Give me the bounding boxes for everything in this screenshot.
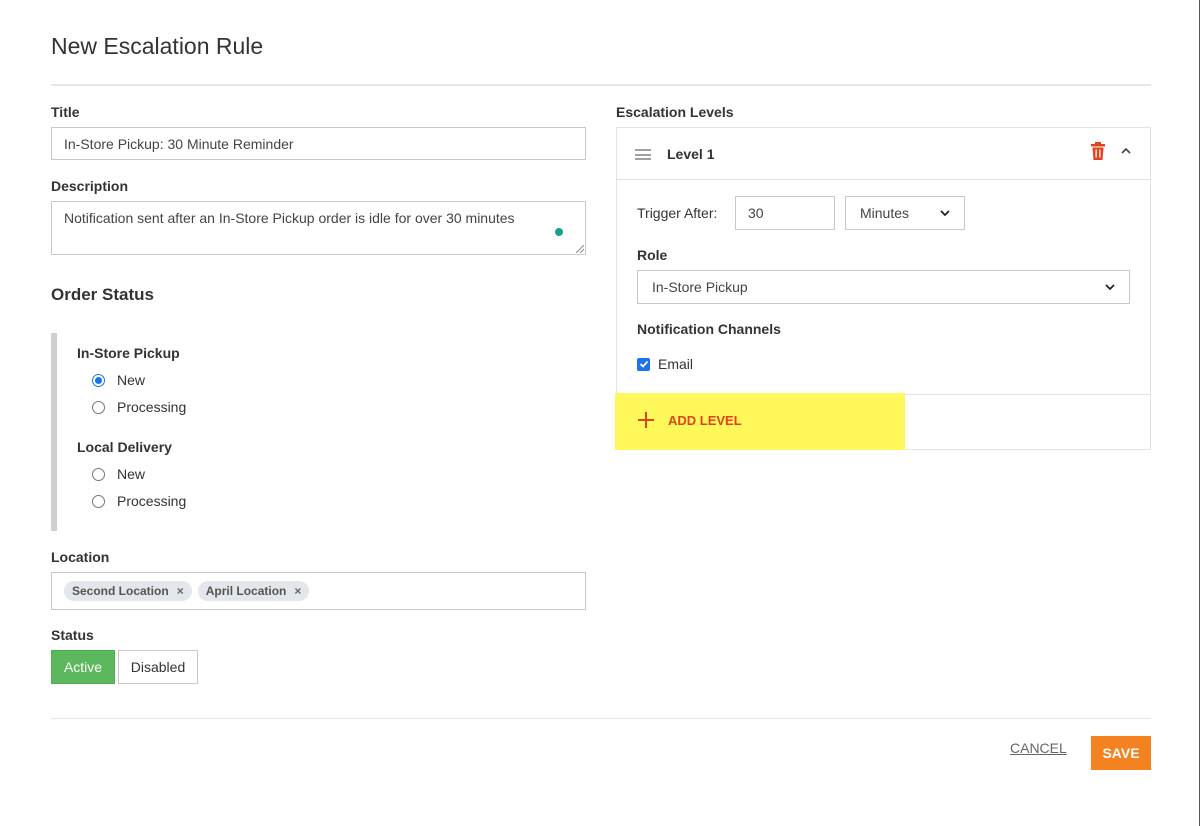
checkbox-checked-icon xyxy=(637,357,650,371)
escalation-rule-modal: New Escalation Rule Title In-Store Picku… xyxy=(0,0,1200,826)
radio-checked-icon xyxy=(92,373,105,387)
role-select[interactable]: In-Store Pickup xyxy=(637,270,1130,304)
chevron-down-icon xyxy=(1105,284,1115,291)
save-button[interactable]: SAVE xyxy=(1091,736,1151,770)
radio-unchecked-icon xyxy=(92,467,105,481)
radio-local-delivery-new[interactable]: New xyxy=(92,466,145,482)
notification-channels-label: Notification Channels xyxy=(637,321,781,337)
order-status-heading: Order Status xyxy=(51,285,154,304)
cancel-button[interactable]: CANCEL xyxy=(1010,740,1067,756)
radio-unchecked-icon xyxy=(92,494,105,508)
trigger-unit-select[interactable]: Minutes xyxy=(845,196,965,230)
trigger-value: 30 xyxy=(748,205,764,221)
title-label: Title xyxy=(51,104,80,120)
order-status-group-bar xyxy=(51,333,57,531)
email-channel-checkbox[interactable]: Email xyxy=(637,356,693,372)
remove-tag-icon[interactable]: × xyxy=(294,584,301,598)
status-disabled-button[interactable]: Disabled xyxy=(118,650,198,684)
status-active-button[interactable]: Active xyxy=(51,650,115,684)
trigger-unit-value: Minutes xyxy=(860,205,910,221)
trigger-value-input[interactable]: 30 xyxy=(735,196,835,230)
radio-label: Processing xyxy=(117,399,187,415)
modal-title: New Escalation Rule xyxy=(51,33,264,59)
email-channel-label: Email xyxy=(658,356,694,372)
footer-divider xyxy=(51,718,1151,719)
radio-label: Processing xyxy=(117,493,187,509)
trigger-after-label: Trigger After: xyxy=(637,205,718,221)
radio-local-delivery-processing[interactable]: Processing xyxy=(92,493,186,509)
location-multiselect[interactable]: Second Location × April Location × xyxy=(51,572,586,610)
radio-label: New xyxy=(117,466,146,482)
title-input-value: In-Store Pickup: 30 Minute Reminder xyxy=(64,135,294,152)
header-divider xyxy=(51,84,1151,86)
level-header: Level 1 xyxy=(617,128,1150,180)
radio-unchecked-icon xyxy=(92,400,105,414)
role-value: In-Store Pickup xyxy=(652,279,748,295)
add-level-button[interactable]: ADD LEVEL xyxy=(636,410,742,430)
radio-in-store-pickup-processing[interactable]: Processing xyxy=(92,399,186,415)
location-tag-label: Second Location xyxy=(72,584,169,598)
radio-label: New xyxy=(117,372,146,388)
location-tag-label: April Location xyxy=(205,584,287,598)
title-input[interactable]: In-Store Pickup: 30 Minute Reminder xyxy=(51,127,586,160)
chevron-up-icon[interactable] xyxy=(1120,145,1132,157)
trash-icon[interactable] xyxy=(1090,142,1106,160)
radio-in-store-pickup-new[interactable]: New xyxy=(92,372,145,388)
description-value: Notification sent after an In-Store Pick… xyxy=(64,210,515,226)
chevron-down-icon xyxy=(940,210,950,217)
add-level-label: ADD LEVEL xyxy=(668,412,742,428)
remove-tag-icon[interactable]: × xyxy=(177,584,184,598)
description-label: Description xyxy=(51,178,129,194)
plus-icon xyxy=(638,412,654,428)
level-title: Level 1 xyxy=(667,146,715,162)
description-textarea[interactable]: Notification sent after an In-Store Pick… xyxy=(51,201,586,255)
drag-handle-icon[interactable] xyxy=(635,149,651,160)
group-label-in-store-pickup: In-Store Pickup xyxy=(77,345,180,361)
grammar-check-icon xyxy=(555,228,563,236)
location-tag: April Location × xyxy=(197,581,310,601)
location-label: Location xyxy=(51,549,110,565)
status-label: Status xyxy=(51,627,94,643)
escalation-levels-heading: Escalation Levels xyxy=(616,104,734,120)
group-label-local-delivery: Local Delivery xyxy=(77,439,172,455)
role-label: Role xyxy=(637,247,668,263)
resize-handle-icon[interactable] xyxy=(576,245,584,253)
location-tag: Second Location × xyxy=(64,581,192,601)
